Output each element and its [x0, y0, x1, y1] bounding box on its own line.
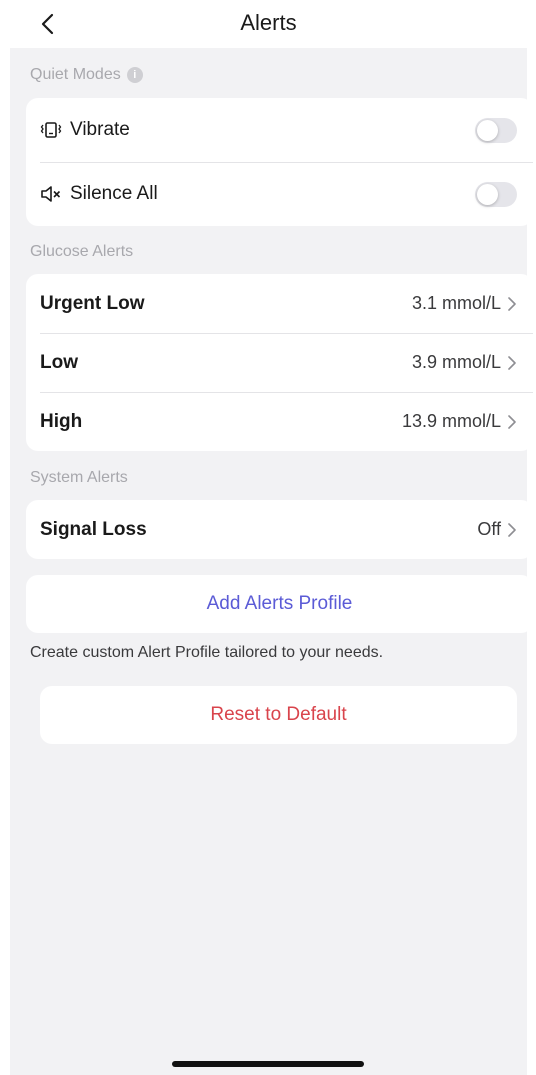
glucose-alert-row-low[interactable]: Low 3.9 mmol/L	[26, 333, 533, 392]
signal-loss-label: Signal Loss	[40, 518, 147, 540]
low-value: 3.9 mmol/L	[411, 352, 501, 372]
page-title: Alerts	[240, 10, 297, 35]
section-label-text: Glucose Alerts	[30, 243, 134, 260]
silence-all-label: Silence All	[70, 183, 158, 204]
quiet-mode-row-silence-all: Silence All	[26, 162, 533, 226]
low-label: Low	[40, 351, 78, 373]
vibrate-label: Vibrate	[70, 119, 130, 140]
glucose-alert-row-high[interactable]: High 13.9 mmol/L	[26, 392, 533, 451]
vibrate-toggle[interactable]	[475, 117, 517, 143]
section-label-quiet-modes: Quiet Modes i	[30, 66, 143, 84]
chevron-right-icon	[508, 355, 516, 370]
alerts-screen: Alerts Quiet Modes i Vibrate Silence All…	[10, 0, 533, 1075]
urgent-low-value: 3.1 mmol/L	[411, 293, 501, 313]
quiet-modes-card: Vibrate Silence All	[26, 98, 533, 226]
add-profile-hint: Create custom Alert Profile tailored to …	[30, 644, 384, 661]
add-alerts-profile-button[interactable]: Add Alerts Profile	[26, 575, 533, 633]
toggle-knob	[477, 119, 498, 141]
chevron-right-icon	[508, 296, 516, 311]
signal-loss-value: Off	[477, 519, 501, 539]
high-value: 13.9 mmol/L	[401, 411, 501, 431]
navigation-bar: Alerts	[10, 0, 527, 48]
chevron-right-icon	[508, 414, 516, 429]
section-label-text: Quiet Modes	[30, 66, 121, 83]
silence-all-toggle[interactable]	[475, 181, 517, 207]
chevron-right-icon	[508, 522, 516, 537]
quiet-mode-row-vibrate: Vibrate	[26, 98, 533, 162]
urgent-low-label: Urgent Low	[40, 292, 145, 314]
system-alert-row-signal-loss[interactable]: Signal Loss Off	[26, 500, 533, 559]
toggle-knob	[477, 183, 498, 205]
system-alerts-card: Signal Loss Off	[26, 500, 533, 559]
speaker-mute-icon	[40, 184, 62, 204]
info-icon[interactable]: i	[126, 67, 143, 83]
vibrate-icon	[40, 120, 62, 140]
reset-to-default-button[interactable]: Reset to Default	[40, 686, 517, 744]
high-label: High	[40, 410, 83, 432]
section-label-text: System Alerts	[30, 469, 128, 486]
glucose-alerts-card: Urgent Low 3.1 mmol/L Low 3.9 mmol/L Hig…	[26, 274, 533, 451]
home-indicator[interactable]	[172, 1061, 364, 1067]
section-label-system-alerts: System Alerts	[30, 469, 128, 487]
glucose-alert-row-urgent-low[interactable]: Urgent Low 3.1 mmol/L	[26, 274, 533, 333]
section-label-glucose-alerts: Glucose Alerts	[30, 243, 133, 261]
